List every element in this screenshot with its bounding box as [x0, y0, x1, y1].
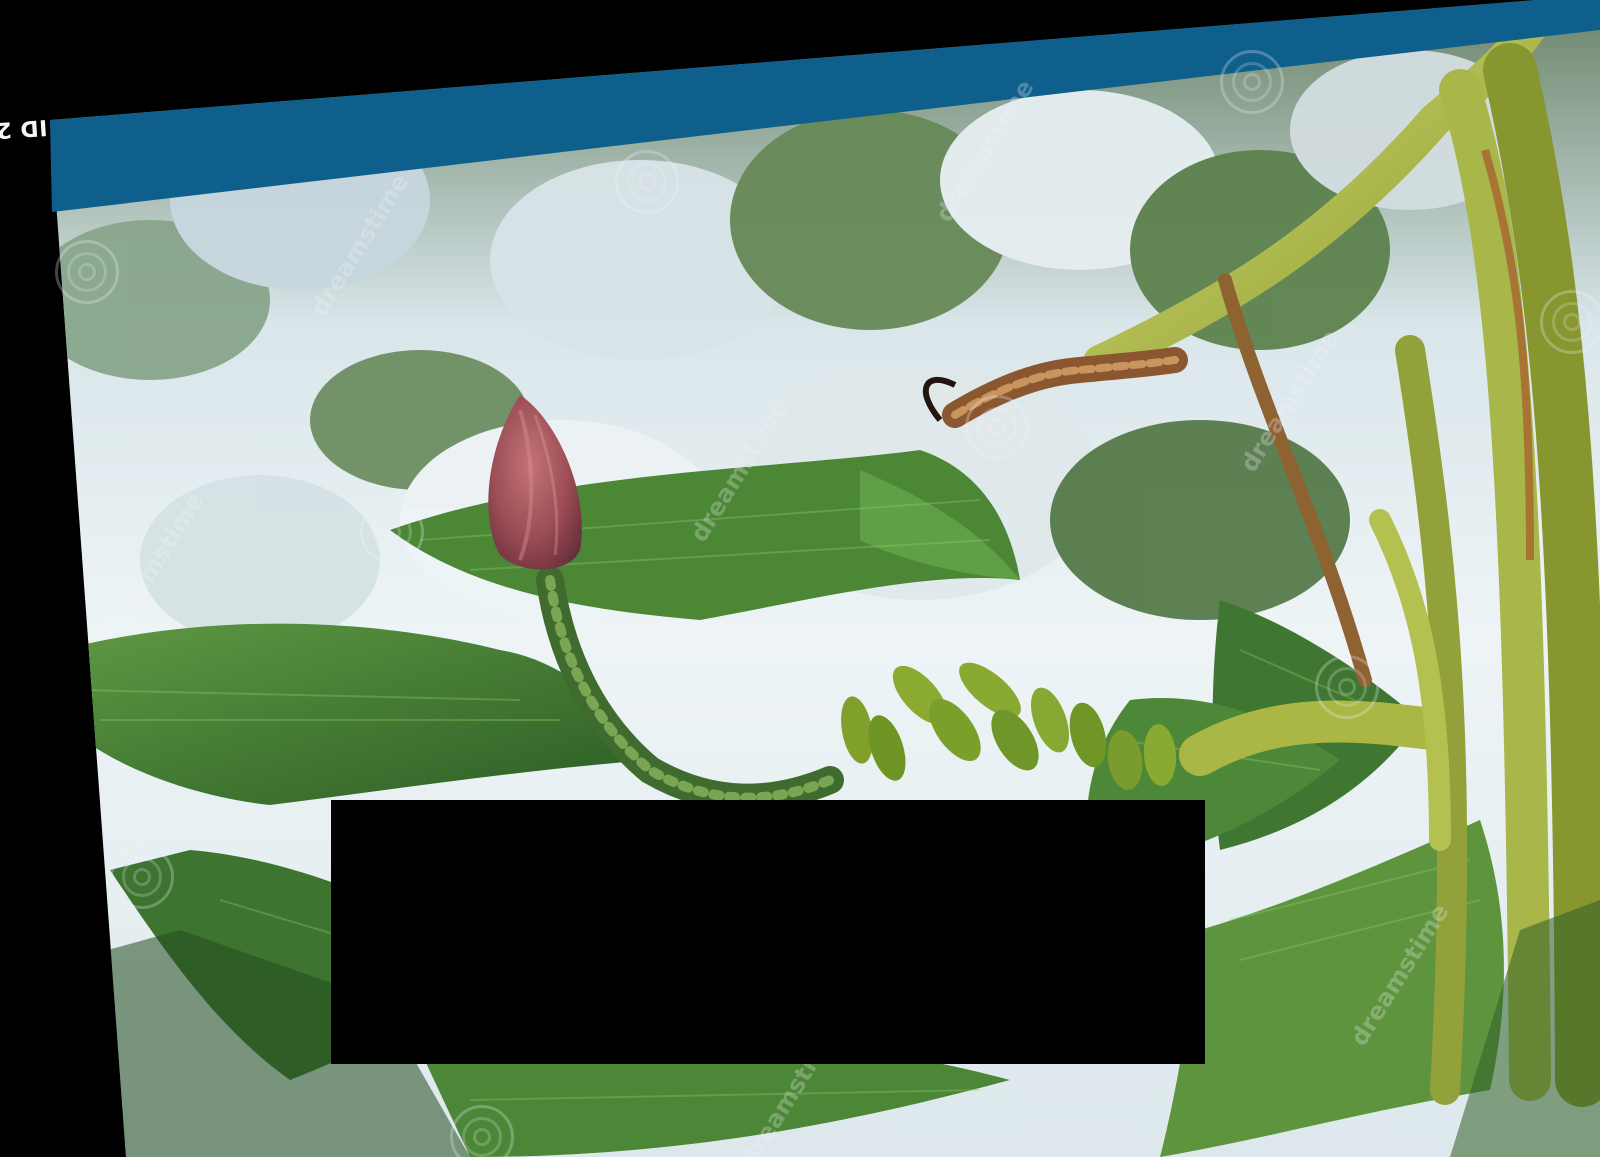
photo-canvas: ID 262013044 © Wirest dreamstime dreamst…: [0, 0, 1600, 1157]
redaction-box: [331, 800, 1205, 1064]
